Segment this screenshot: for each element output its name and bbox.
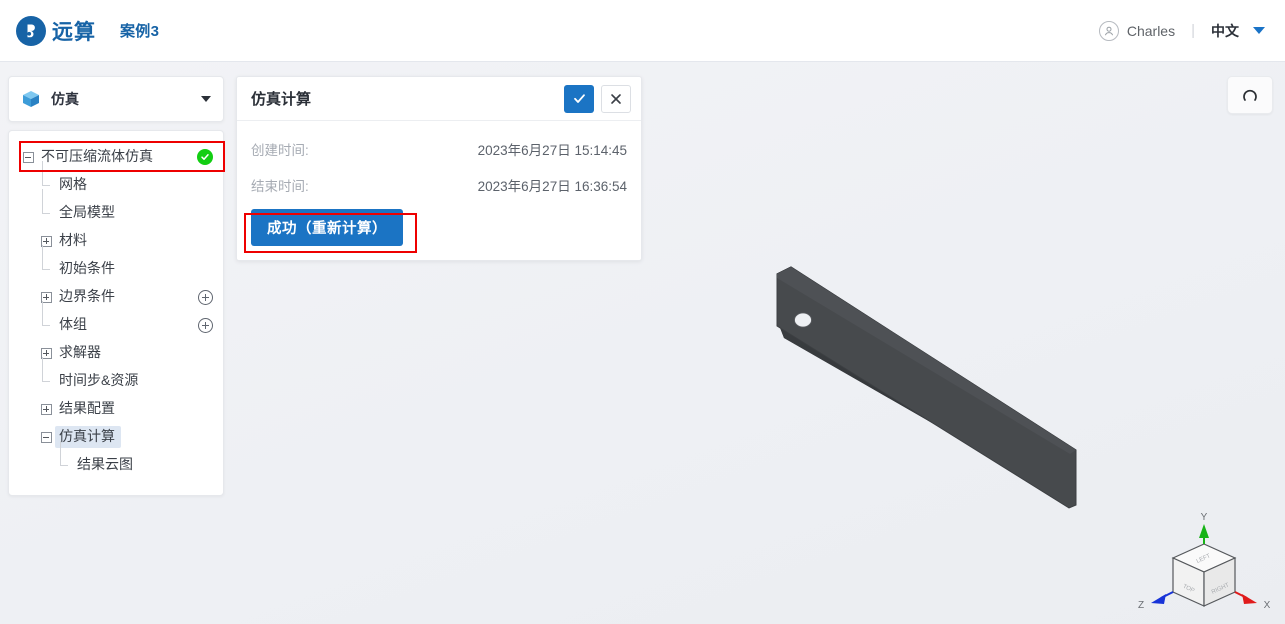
panel-body: 创建时间: 2023年6月27日 15:14:45 结束时间: 2023年6月27日 … xyxy=(237,121,641,260)
tree-item-label: 边界条件 xyxy=(59,288,115,305)
tree-expand-icon[interactable] xyxy=(37,403,55,415)
tree-item-label: 网格 xyxy=(59,176,87,193)
app-header: 远算 案例3 Charles | 中文 xyxy=(0,0,1285,62)
logo-circle-b-icon xyxy=(16,15,46,46)
tree-collapse-icon[interactable] xyxy=(19,151,37,163)
tree-item-label: 求解器 xyxy=(59,344,101,361)
simulation-detail-panel: 仿真计算 创建时间: 2023年6月27日 15:14:45 结束时间: 2023年6… xyxy=(236,76,642,261)
check-icon xyxy=(573,94,585,103)
tree-branch-line xyxy=(37,161,55,199)
tree-branch-line xyxy=(55,441,73,479)
close-icon xyxy=(611,93,621,104)
add-item-icon[interactable] xyxy=(198,289,213,305)
tree-item-label: 体组 xyxy=(59,316,87,333)
simulation-tree: 不可压缩流体仿真网格全局模型材料初始条件边界条件体组求解器时间步&资源 结果配置仿… xyxy=(9,131,223,495)
sidebar-header-card: 仿真 xyxy=(8,76,224,122)
brand-name: 远算 xyxy=(52,20,96,44)
axis-label-x: X xyxy=(1264,600,1271,611)
add-item-icon[interactable] xyxy=(198,317,213,333)
header-right: Charles | 中文 xyxy=(1098,20,1265,41)
minus-box-icon[interactable] xyxy=(22,151,34,163)
axis-orientation-widget[interactable]: LEFT TOP RIGHT Y X Z xyxy=(1129,510,1279,620)
tree-expand-icon[interactable] xyxy=(37,347,55,359)
panel-info-value: 2023年6月27日 15:14:45 xyxy=(477,143,627,158)
language-label[interactable]: 中文 xyxy=(1211,21,1239,41)
plate-geometry xyxy=(776,266,1077,509)
chevron-down-icon[interactable] xyxy=(1253,27,1265,34)
user-avatar-icon xyxy=(1098,20,1119,41)
simulation-module-header[interactable]: 仿真 xyxy=(9,77,223,121)
panel-info-key: 结束时间: xyxy=(251,179,309,194)
tree-item-label: 结果配置 xyxy=(59,400,115,417)
tree-expand-icon[interactable] xyxy=(37,291,55,303)
plus-box-icon[interactable] xyxy=(40,403,52,415)
tree-item[interactable]: 结果云图 xyxy=(9,441,223,479)
recalculate-button[interactable]: 成功（重新计算） xyxy=(251,209,403,246)
tree-branch-line xyxy=(37,357,55,395)
blue-cube-icon xyxy=(23,91,39,107)
panel-info-rows: 创建时间: 2023年6月27日 15:14:45 结束时间: 2023年6月27日 … xyxy=(251,135,627,199)
tree-item[interactable]: 初始条件 xyxy=(9,245,223,283)
tree-item-label: 初始条件 xyxy=(59,260,115,277)
simulation-module-label: 仿真 xyxy=(51,91,79,107)
panel-info-key: 创建时间: xyxy=(251,143,309,158)
tree-branch-line xyxy=(37,245,55,283)
sidebar-tree-card: 不可压缩流体仿真网格全局模型材料初始条件边界条件体组求解器时间步&资源 结果配置仿… xyxy=(8,130,224,496)
status-success-icon xyxy=(197,149,213,165)
case-title: 案例3 xyxy=(120,23,160,40)
chevron-down-icon[interactable] xyxy=(201,96,211,102)
tree-branch-line xyxy=(37,301,55,339)
panel-title: 仿真计算 xyxy=(251,91,312,108)
tree-item[interactable]: 全局模型 xyxy=(9,189,223,227)
tree-item[interactable]: 结果配置 xyxy=(9,395,223,423)
tree-item-label: 不可压缩流体仿真 xyxy=(41,148,153,165)
tree-item-label: 结果云图 xyxy=(77,456,133,473)
sidebar: 仿真 不可压缩流体仿真 网格 全局模型 材料 初始条件 边界条件 体组 求解器 时间步&资源 结果… xyxy=(8,76,224,496)
close-button[interactable] xyxy=(601,84,631,113)
minus-box-icon[interactable] xyxy=(40,431,52,443)
user-name: Charles xyxy=(1126,22,1176,39)
tree-item[interactable]: 时间步&资源 xyxy=(9,357,223,395)
panel-actions xyxy=(564,84,631,113)
user-menu[interactable]: Charles xyxy=(1098,20,1176,41)
tree-item-label: 仿真计算 xyxy=(55,426,121,448)
reset-view-button[interactable] xyxy=(1227,76,1273,114)
panel-info-value: 2023年6月27日 16:36:54 xyxy=(477,179,627,194)
panel-info-row: 创建时间: 2023年6月27日 15:14:45 xyxy=(251,135,627,163)
app-root: LEFT TOP RIGHT Y X Z 远算 案例3 Charles | 中文… xyxy=(0,0,1285,624)
tree-expand-icon[interactable] xyxy=(37,235,55,247)
tree-item-label: 全局模型 xyxy=(59,204,115,221)
tree-item-label: 时间步&资源 xyxy=(59,372,139,389)
brand-logo[interactable]: 远算 案例3 xyxy=(16,15,160,46)
tree-item[interactable]: 仿真计算 xyxy=(9,423,223,451)
rotate-reset-icon xyxy=(1243,89,1257,101)
plate-hole xyxy=(794,312,812,328)
panel-info-row: 结束时间: 2023年6月27日 16:36:54 xyxy=(251,171,627,199)
tree-item[interactable]: 体组 xyxy=(9,301,223,339)
tree-collapse-icon[interactable] xyxy=(37,431,55,443)
axis-label-z: Z xyxy=(1138,600,1144,611)
tree-branch-line xyxy=(37,189,55,227)
tree-item-label: 材料 xyxy=(59,232,87,249)
axis-label-y: Y xyxy=(1201,512,1208,523)
header-separator: | xyxy=(1191,22,1195,39)
panel-header: 仿真计算 xyxy=(237,77,641,121)
confirm-button[interactable] xyxy=(564,84,594,113)
